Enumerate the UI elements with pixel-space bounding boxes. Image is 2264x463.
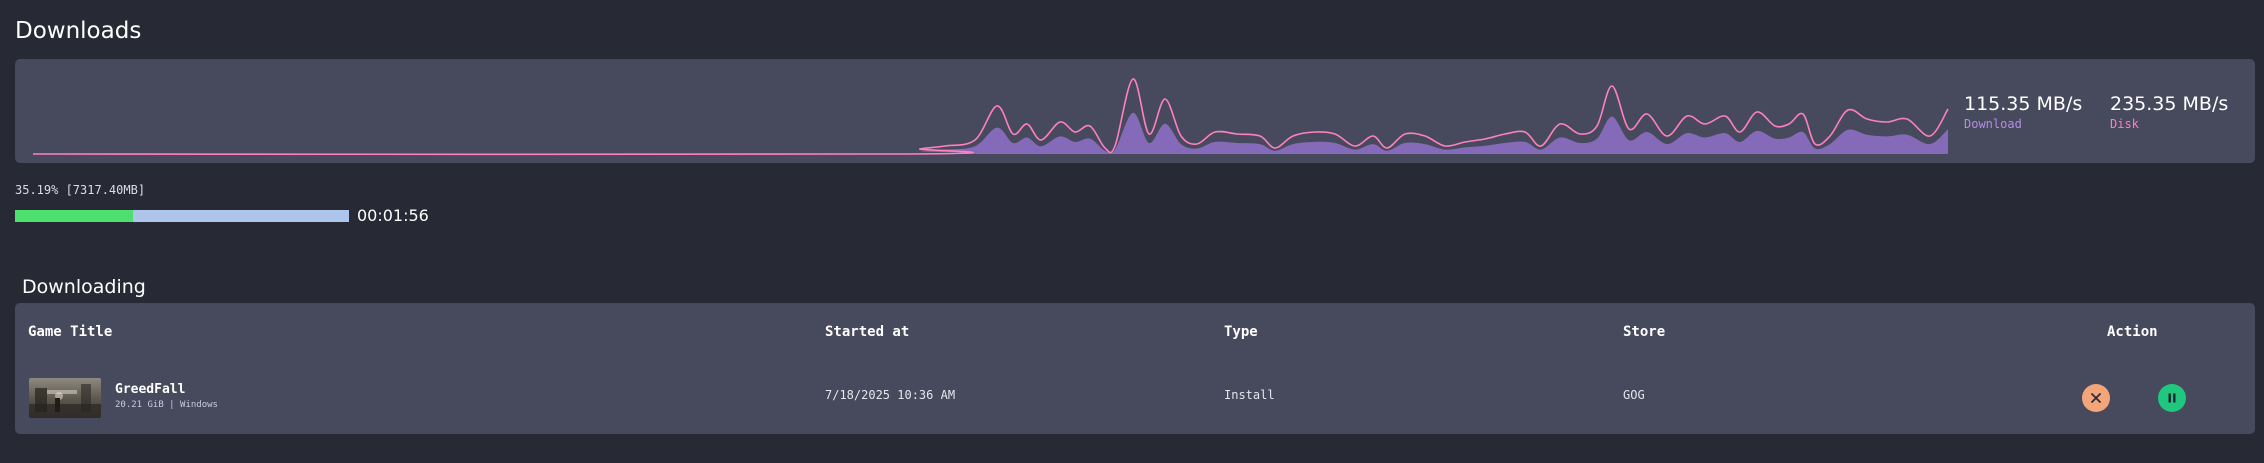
download-type: Install	[1224, 388, 1275, 402]
close-icon	[2091, 393, 2101, 403]
game-meta: 20.21 GiB | Windows	[115, 400, 218, 410]
downloads-table: Game Title Started at Type Store Action	[15, 303, 2255, 434]
speed-graph	[32, 78, 1949, 156]
game-thumbnail	[29, 378, 101, 418]
progress-text: 35.19% [7317.40MB]	[15, 183, 146, 197]
column-header-started: Started at	[825, 324, 910, 340]
column-header-title: Game Title	[28, 324, 113, 340]
progress-fill	[15, 210, 133, 222]
disk-speed: 235.35 MB/s Disk	[2110, 93, 2228, 131]
eta-time: 00:01:56	[357, 206, 429, 225]
pause-download-button[interactable]	[2158, 384, 2186, 412]
column-header-type: Type	[1224, 324, 1258, 340]
download-speed: 115.35 MB/s Download	[1964, 93, 2082, 131]
download-speed-area	[33, 112, 1948, 155]
section-title: Downloading	[22, 276, 146, 298]
column-header-store: Store	[1623, 324, 1666, 340]
disk-speed-label: Disk	[2110, 117, 2139, 131]
disk-speed-value: 235.35 MB/s	[2110, 93, 2229, 115]
pause-icon	[2168, 393, 2176, 403]
download-speed-label: Download	[1964, 117, 2022, 131]
page-title: Downloads	[15, 18, 142, 44]
cancel-download-button[interactable]	[2082, 384, 2110, 412]
progress-bar	[15, 210, 349, 222]
game-title: GreedFall	[115, 382, 186, 397]
speed-graph-card: 115.35 MB/s Download 235.35 MB/s Disk	[15, 59, 2255, 163]
started-at: 7/18/2025 10:36 AM	[825, 388, 956, 402]
download-speed-value: 115.35 MB/s	[1964, 93, 2083, 115]
column-header-action: Action	[2107, 324, 2158, 340]
store-name: GOG	[1623, 388, 1645, 402]
